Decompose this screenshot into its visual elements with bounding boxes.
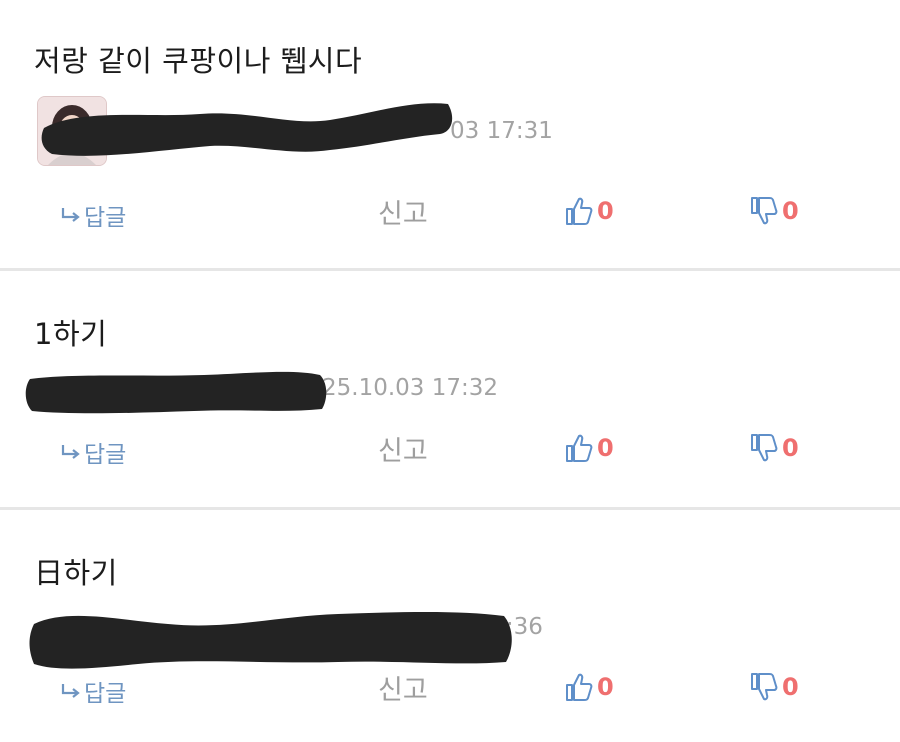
reply-arrow-icon: [61, 445, 80, 459]
reply-label: 답글: [84, 681, 127, 707]
like-button[interactable]: 0: [565, 672, 614, 702]
thumbs-down-icon: [751, 197, 778, 225]
report-button[interactable]: 신고: [378, 192, 428, 231]
comment-body: 1하기: [34, 317, 108, 351]
comment-body: 저랑 같이 쿠팡이나 뛥시다: [34, 44, 363, 78]
thumbs-up-icon: [566, 673, 593, 701]
redaction-mark: [41, 103, 453, 156]
report-button[interactable]: 신고: [378, 429, 428, 468]
comment-timestamp: 25.10.03 17:32: [322, 375, 499, 401]
thumbs-up-icon: [566, 197, 593, 225]
comment-item: 日하기 03 17:36 답글 신고 0 0: [0, 510, 900, 742]
reply-arrow-icon: [61, 208, 80, 222]
dislike-count: 0: [782, 197, 799, 225]
comment-timestamp: 03 17:31: [450, 118, 553, 144]
like-count: 0: [597, 197, 614, 225]
redaction-mark: [29, 612, 512, 669]
dislike-button[interactable]: 0: [750, 433, 799, 463]
redaction-mark: [25, 371, 327, 414]
comment-item: 저랑 같이 쿠팡이나 뛥시다 03 17:31 답글 신고 0 0: [0, 0, 900, 268]
thumbs-up-icon: [566, 434, 593, 462]
like-count: 0: [597, 434, 614, 462]
reply-button[interactable]: 답글: [60, 198, 126, 232]
dislike-button[interactable]: 0: [750, 196, 799, 226]
thumbs-down-icon: [751, 673, 778, 701]
thumbs-down-icon: [751, 434, 778, 462]
like-button[interactable]: 0: [565, 196, 614, 226]
reply-button[interactable]: 답글: [60, 435, 126, 469]
reply-label: 답글: [84, 205, 127, 231]
like-count: 0: [597, 673, 614, 701]
comment-body: 日하기: [34, 556, 118, 590]
reply-label: 답글: [84, 442, 127, 468]
reply-arrow-icon: [61, 684, 80, 698]
report-button[interactable]: 신고: [378, 668, 428, 707]
comment-item: 1하기 25.10.03 17:32 답글 신고 0 0: [0, 271, 900, 507]
dislike-button[interactable]: 0: [750, 672, 799, 702]
dislike-count: 0: [782, 673, 799, 701]
reply-button[interactable]: 답글: [60, 674, 126, 708]
like-button[interactable]: 0: [565, 433, 614, 463]
dislike-count: 0: [782, 434, 799, 462]
